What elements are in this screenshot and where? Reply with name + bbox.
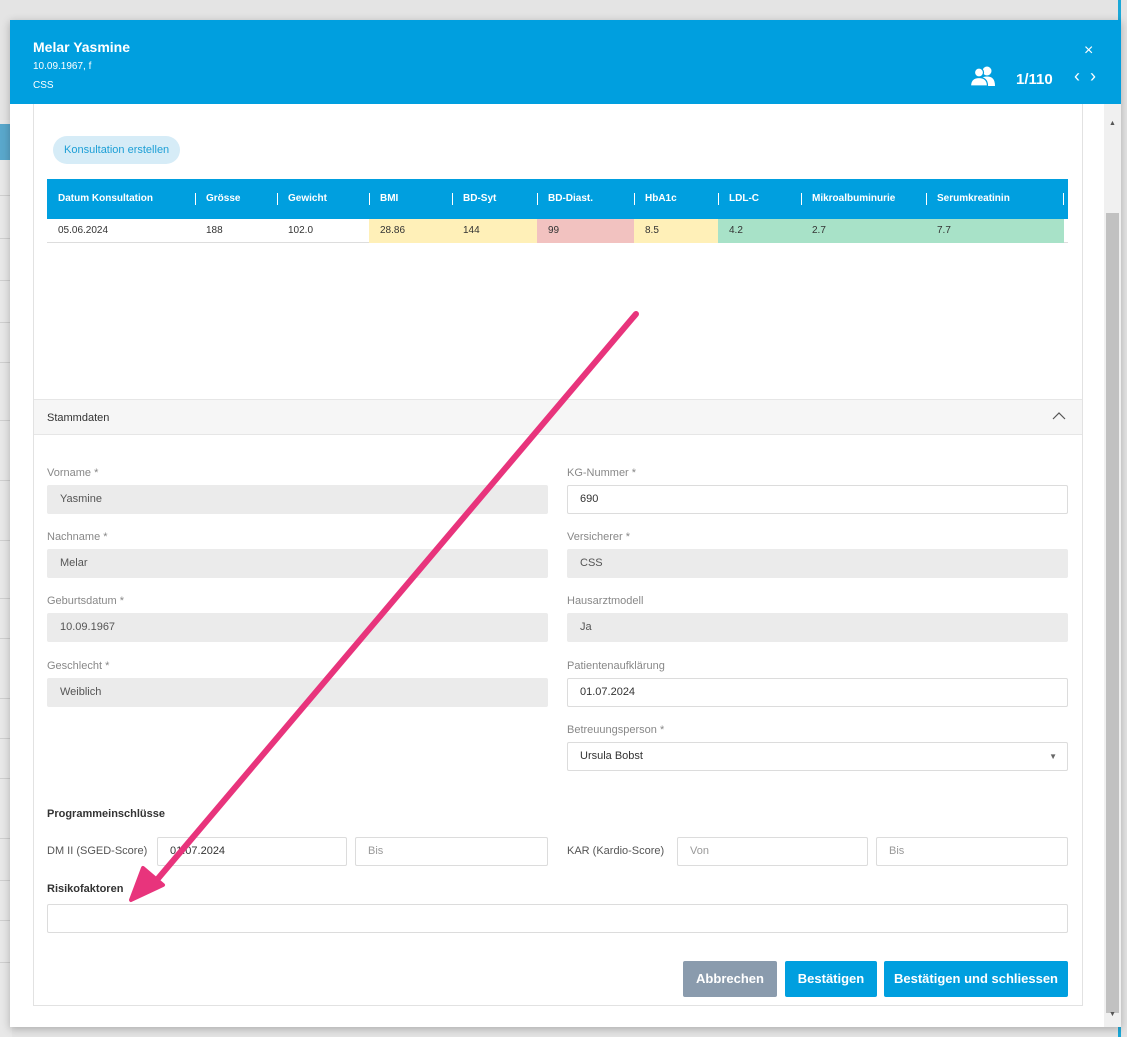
patientenaufklaerung-label: Patientenaufklärung — [567, 660, 665, 672]
modal-header: Melar Yasmine 10.09.1967, f CSS × 1/110 … — [10, 20, 1121, 104]
geburtsdatum-field: 10.09.1967 — [47, 613, 548, 642]
create-consultation-button[interactable]: Konsultation erstellen — [53, 136, 181, 164]
column-header[interactable]: Mikroalbuminurie — [801, 179, 895, 219]
vorname-field: Yasmine — [47, 485, 548, 514]
dm-to-field[interactable]: Bis — [355, 837, 548, 866]
scroll-down-icon[interactable]: ▼ — [1109, 1011, 1116, 1018]
patient-modal: Melar Yasmine 10.09.1967, f CSS × 1/110 … — [10, 20, 1121, 1027]
scrollbar-thumb[interactable] — [1106, 213, 1119, 1013]
table-header: Datum Konsultation Grösse Gewicht BMI BD… — [47, 179, 1068, 219]
versicherer-field: CSS — [567, 549, 1068, 578]
table-cell-bd-diast: 99 — [537, 219, 634, 243]
column-header[interactable]: Gewicht — [277, 179, 327, 219]
vorname-label: Vorname * — [47, 467, 99, 479]
dm-label: DM II (SGED-Score) — [47, 845, 148, 857]
versicherer-label: Versicherer * — [567, 531, 630, 543]
column-header[interactable]: BD-Syt — [452, 179, 496, 219]
column-header[interactable]: BMI — [369, 179, 398, 219]
kar-label: KAR (Kardio-Score) — [567, 845, 665, 857]
column-header[interactable]: Datum Konsultation — [47, 179, 153, 219]
close-icon[interactable]: × — [1084, 43, 1093, 59]
stammdaten-section-header[interactable]: Stammdaten — [34, 399, 1082, 435]
betreuungsperson-label: Betreuungsperson * — [567, 724, 665, 736]
table-cell-ldl-c: 4.2 — [718, 219, 801, 243]
kar-from-field[interactable]: Von — [677, 837, 868, 866]
previous-patient-icon[interactable]: ‹ — [1074, 66, 1080, 87]
dropdown-arrow-icon: ▼ — [1049, 752, 1057, 761]
section-title: Stammdaten — [47, 412, 110, 424]
table-row[interactable]: 05.06.2024 188 102.0 28.86 144 99 8.5 4.… — [47, 219, 1068, 243]
kg-nummer-label: KG-Nummer * — [567, 467, 637, 479]
nachname-label: Nachname * — [47, 531, 108, 543]
confirm-button[interactable]: Bestätigen — [785, 961, 877, 997]
patient-counter: 1/110 — [1016, 71, 1053, 88]
hausarztmodell-field: Ja — [567, 613, 1068, 642]
kg-nummer-field[interactable]: 690 — [567, 485, 1068, 514]
dm-from-field[interactable]: 01.07.2024 — [157, 837, 347, 866]
patientenaufklaerung-field[interactable]: 01.07.2024 — [567, 678, 1068, 707]
column-header[interactable]: LDL-C — [718, 179, 759, 219]
programmeinschluesse-title: Programmeinschlüsse — [47, 808, 165, 820]
column-header[interactable]: HbA1c — [634, 179, 677, 219]
table-cell: 102.0 — [288, 225, 314, 236]
column-header[interactable]: Serumkreatinin — [926, 179, 1010, 219]
chevron-up-icon[interactable] — [1052, 409, 1066, 426]
column-header[interactable]: Grösse — [195, 179, 240, 219]
confirm-and-close-button[interactable]: Bestätigen und schliessen — [884, 961, 1068, 997]
table-cell-bd-syt: 144 — [452, 219, 537, 243]
scroll-up-icon[interactable]: ▲ — [1109, 120, 1116, 127]
table-cell-serumkreatinin: 7.7 — [926, 219, 1064, 243]
kar-to-field[interactable]: Bis — [876, 837, 1068, 866]
patient-insurer: CSS — [33, 80, 54, 91]
patient-name: Melar Yasmine — [33, 39, 131, 55]
geburtsdatum-label: Geburtsdatum * — [47, 595, 125, 607]
betreuungsperson-select[interactable]: Ursula Bobst ▼ — [567, 742, 1068, 771]
table-cell: 05.06.2024 — [58, 225, 109, 236]
table-cell-hba1c: 8.5 — [634, 219, 718, 243]
modal-body: Konsultation erstellen Datum Konsultatio… — [10, 104, 1104, 1027]
table-cell-bmi: 28.86 — [369, 219, 452, 243]
geschlecht-field: Weiblich — [47, 678, 548, 707]
cancel-button[interactable]: Abbrechen — [683, 961, 777, 997]
patient-dob-sex: 10.09.1967, f — [33, 61, 92, 72]
table-cell-mikroalbuminurie: 2.7 — [801, 219, 926, 243]
nachname-field: Melar — [47, 549, 548, 578]
patients-icon — [970, 66, 995, 86]
next-patient-icon[interactable]: › — [1090, 66, 1096, 87]
betreuungsperson-value: Ursula Bobst — [580, 750, 643, 762]
hausarztmodell-label: Hausarztmodell — [567, 595, 644, 607]
table-cell: 188 — [206, 225, 223, 236]
geschlecht-label: Geschlecht * — [47, 660, 110, 672]
risikofaktoren-field[interactable] — [47, 904, 1068, 933]
consultation-table: Datum Konsultation Grösse Gewicht BMI BD… — [47, 179, 1068, 243]
risikofaktoren-title: Risikofaktoren — [47, 883, 124, 895]
column-header[interactable]: BD-Diast. — [537, 179, 593, 219]
